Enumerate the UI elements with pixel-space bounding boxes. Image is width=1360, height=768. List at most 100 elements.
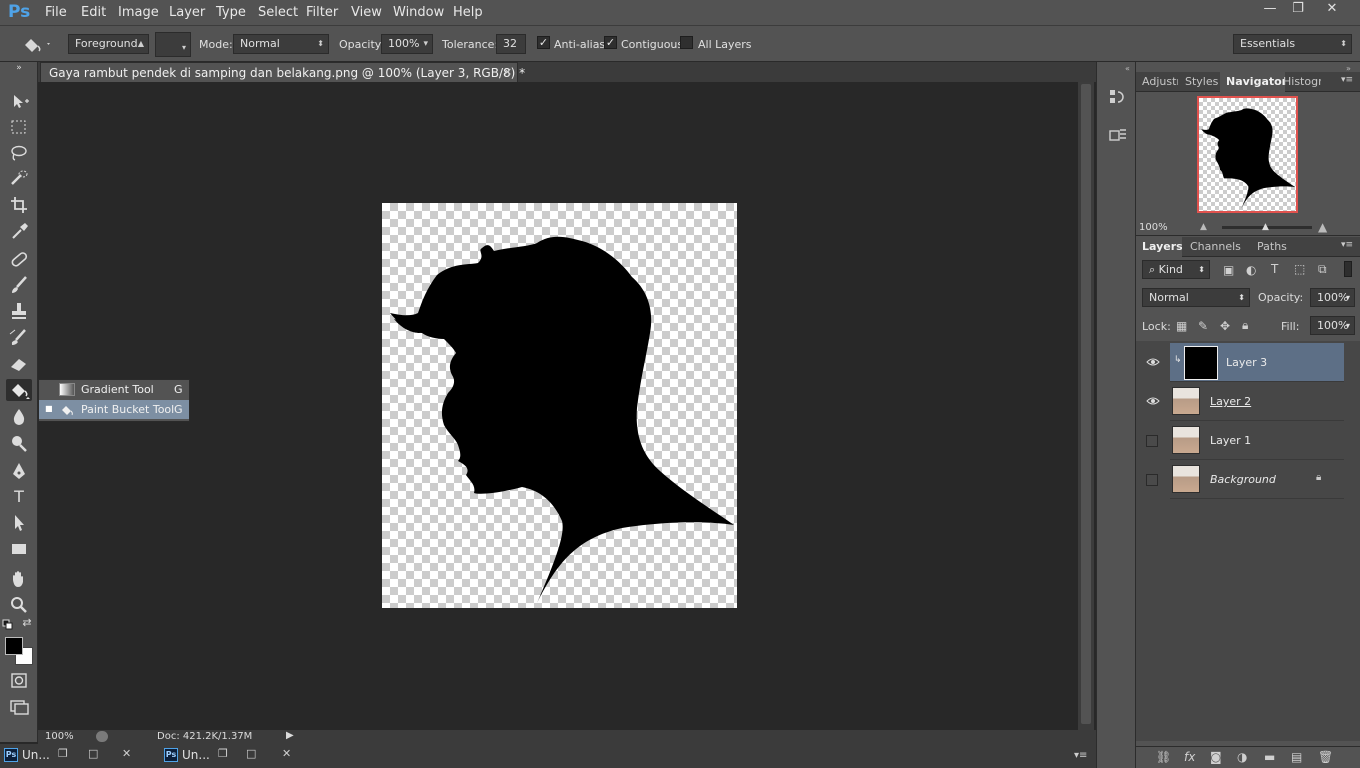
layer-row-layer-2[interactable]: Layer 2 xyxy=(1170,382,1344,421)
dodge-tool-icon[interactable] xyxy=(6,432,32,454)
tab-channels[interactable]: Channels xyxy=(1184,237,1246,257)
vertical-scrollbar[interactable] xyxy=(1078,82,1094,730)
gradient-tool-item[interactable]: Gradient Tool G xyxy=(39,380,189,399)
quick-mask-icon[interactable] xyxy=(6,670,32,692)
menu-file[interactable]: File xyxy=(45,5,67,20)
zoom-out-icon[interactable]: ▲ xyxy=(1200,222,1207,232)
collapse-toolbar-icon[interactable]: » xyxy=(6,63,32,73)
opacity-field[interactable]: 100% ▾ xyxy=(381,34,433,54)
menu-window[interactable]: Window xyxy=(393,5,444,20)
fx-icon[interactable]: fx xyxy=(1184,750,1195,764)
visibility-toggle-empty[interactable] xyxy=(1140,460,1166,499)
filter-type-icon[interactable]: T xyxy=(1271,262,1278,276)
visibility-toggle-eye-icon[interactable] xyxy=(1140,343,1166,382)
new-layer-icon[interactable]: ▤ xyxy=(1291,750,1302,764)
tolerance-field[interactable]: 32 xyxy=(496,34,526,54)
menu-filter[interactable]: Filter xyxy=(306,5,338,20)
minimized-document[interactable]: Ps Un... ❐ □ ✕ xyxy=(162,744,314,766)
menu-edit[interactable]: Edit xyxy=(81,5,106,20)
layer-row-layer-3[interactable]: ↳ Layer 3 xyxy=(1170,343,1344,382)
maximize-icon[interactable]: □ xyxy=(88,747,98,760)
anti-alias-checkbox[interactable]: ✓ xyxy=(537,36,550,49)
foreground-color-swatch[interactable] xyxy=(5,637,23,655)
paint-bucket-tool-icon[interactable] xyxy=(6,379,32,401)
maximize-icon[interactable]: □ xyxy=(246,747,256,760)
restore-icon[interactable]: ❐ xyxy=(218,747,228,760)
menu-type[interactable]: Type xyxy=(216,5,246,20)
brush-tool-icon[interactable] xyxy=(6,274,32,296)
zoom-slider-thumb-icon[interactable]: ▲ xyxy=(1262,222,1269,232)
layer-row-background[interactable]: Background 🔒︎ xyxy=(1170,460,1344,499)
mode-select[interactable]: Normal ⬍ xyxy=(233,34,329,54)
close-icon[interactable]: ✕ xyxy=(282,747,291,760)
blur-tool-icon[interactable] xyxy=(6,406,32,428)
paint-bucket-tool-item[interactable]: ■ Paint Bucket Tool G xyxy=(39,400,189,419)
filter-shape-icon[interactable]: ⬚ xyxy=(1294,262,1305,276)
swap-colors-icon[interactable]: ⇄ xyxy=(20,616,34,630)
properties-panel-icon[interactable] xyxy=(1109,126,1127,147)
move-tool-icon[interactable] xyxy=(6,90,32,112)
lock-transparent-icon[interactable]: ▦ xyxy=(1176,319,1187,333)
layer-filter-kind-select[interactable]: ⌕ Kind ⬍ xyxy=(1142,260,1210,279)
lock-position-icon[interactable]: ✥ xyxy=(1220,319,1230,333)
tab-styles[interactable]: Styles xyxy=(1179,72,1219,92)
zoom-in-icon[interactable]: ▲ xyxy=(1318,220,1327,234)
minimized-document[interactable]: Ps Un... ❐ □ ✕ xyxy=(2,744,154,766)
link-layers-icon[interactable]: ⛓ xyxy=(1156,750,1171,764)
document-tab[interactable]: Gaya rambut pendek di samping dan belaka… xyxy=(40,62,525,82)
zoom-tool-icon[interactable] xyxy=(6,594,32,616)
path-selection-tool-icon[interactable] xyxy=(6,512,32,534)
panel-menu-icon[interactable]: ▾≡ xyxy=(1341,240,1353,250)
filter-pixel-icon[interactable]: ▣ xyxy=(1223,263,1234,277)
fill-field[interactable]: 100% ▾ xyxy=(1310,316,1355,335)
filter-adjustment-icon[interactable]: ◐ xyxy=(1246,263,1256,277)
menu-image[interactable]: Image xyxy=(118,5,159,20)
rectangle-tool-icon[interactable] xyxy=(6,538,32,560)
add-mask-icon[interactable]: ◙ xyxy=(1210,750,1222,764)
close-document-button[interactable]: × xyxy=(503,65,512,78)
clone-stamp-tool-icon[interactable] xyxy=(6,300,32,322)
visibility-toggle-eye-icon[interactable] xyxy=(1140,382,1166,421)
menu-help[interactable]: Help xyxy=(453,5,483,20)
eyedropper-tool-icon[interactable] xyxy=(6,220,32,242)
eraser-tool-icon[interactable] xyxy=(6,352,32,374)
scrollbar-thumb[interactable] xyxy=(1081,84,1091,724)
layer-row-layer-1[interactable]: Layer 1 xyxy=(1170,421,1344,460)
status-info-icon[interactable] xyxy=(96,731,108,742)
healing-brush-tool-icon[interactable] xyxy=(6,248,32,270)
filter-toggle[interactable] xyxy=(1344,261,1352,277)
delete-layer-icon[interactable]: 🗑︎ xyxy=(1318,750,1333,764)
menu-view[interactable]: View xyxy=(351,5,382,20)
adjustment-layer-icon[interactable]: ◑ xyxy=(1237,750,1247,764)
close-window-button[interactable]: ✕ xyxy=(1318,1,1346,17)
navigator-thumbnail[interactable] xyxy=(1197,96,1298,213)
crop-tool-icon[interactable] xyxy=(6,194,32,216)
menu-select[interactable]: Select xyxy=(258,5,298,20)
type-tool-icon[interactable]: T xyxy=(6,486,32,508)
blend-mode-select[interactable]: Normal ⬍ xyxy=(1142,288,1250,307)
minimize-button[interactable]: — xyxy=(1256,1,1284,17)
tab-navigator[interactable]: Navigator xyxy=(1220,72,1285,92)
fill-source-select[interactable]: Foreground ▲ xyxy=(68,34,149,54)
zoom-level[interactable]: 100% xyxy=(45,731,74,742)
contiguous-checkbox[interactable]: ✓ xyxy=(604,36,617,49)
all-layers-checkbox[interactable] xyxy=(680,36,693,49)
tool-preset-picker[interactable] xyxy=(20,34,50,54)
pen-tool-icon[interactable] xyxy=(6,460,32,482)
tab-paths[interactable]: Paths xyxy=(1251,237,1291,257)
layer-opacity-field[interactable]: 100% ▾ xyxy=(1310,288,1355,307)
expand-panels-icon[interactable]: « xyxy=(1125,64,1130,73)
panel-menu-icon[interactable]: ▾≡ xyxy=(1341,75,1353,85)
default-colors-icon[interactable] xyxy=(2,616,14,630)
pattern-picker[interactable]: ▾ xyxy=(155,32,191,57)
tab-adjustments[interactable]: Adjustı xyxy=(1136,72,1178,92)
visibility-toggle-empty[interactable] xyxy=(1140,421,1166,460)
tab-layers[interactable]: Layers xyxy=(1136,237,1182,257)
workspace-select[interactable]: Essentials ⬍ xyxy=(1233,34,1352,54)
status-menu-arrow-icon[interactable]: ▶ xyxy=(286,730,294,741)
panel-menu-icon[interactable]: ▾≡ xyxy=(1074,750,1087,761)
lock-all-icon[interactable]: 🔒︎ xyxy=(1242,318,1248,333)
marquee-tool-icon[interactable] xyxy=(6,116,32,138)
hand-tool-icon[interactable] xyxy=(6,568,32,590)
menu-layer[interactable]: Layer xyxy=(169,5,205,20)
